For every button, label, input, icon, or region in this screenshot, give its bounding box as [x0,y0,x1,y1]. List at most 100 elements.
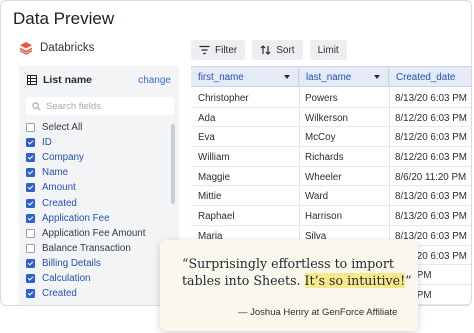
filter-label: Filter [215,44,238,56]
table-row[interactable]: William Richards 8/12/20 6:03 PM [191,147,471,167]
field-checkbox[interactable] [26,213,35,223]
table-cell: 8/6/20 11:20 PM [395,171,467,183]
chevron-down-icon[interactable] [284,75,290,79]
sort-label: Sort [276,44,295,56]
field-checkbox[interactable] [26,273,35,283]
table-cell: 8/12/20 6:03 PM [395,132,467,144]
field-item[interactable]: Name [26,165,166,180]
field-label: Application Fee [42,212,110,224]
search-icon [32,101,41,111]
chevron-down-icon[interactable] [374,75,380,79]
field-label: Billing Details [42,257,101,269]
field-item[interactable]: Calculation [26,271,166,286]
field-label: Application Fee Amount [42,227,146,239]
table-cell: Maggie [198,171,231,183]
field-label: Created [42,288,77,300]
field-label: ID [42,137,52,149]
testimonial-author: — Joshua Henry at GenForce Affiliate [238,307,398,318]
data-source-name: Databricks [40,42,95,54]
table-cell: Richards [305,152,344,164]
field-item[interactable]: Billing Details [26,256,166,271]
table-row[interactable]: Ada Wilkerson 8/12/20 6:03 PM [191,108,471,128]
field-checkbox[interactable] [26,289,35,299]
field-item[interactable]: Created [26,195,166,210]
limit-button[interactable]: Limit [309,40,347,60]
field-item[interactable]: ID [26,135,166,150]
search-placeholder: Search fields [46,100,101,112]
field-checkbox[interactable] [26,168,35,178]
field-checkbox[interactable] [26,228,35,238]
field-item[interactable]: Select All [26,120,166,135]
table-row[interactable]: Mittie Ward 8/13/20 6:03 PM [191,186,471,207]
field-checkbox[interactable] [26,243,35,253]
table-row[interactable]: Christopher Powers 8/13/20 6:03 PM [191,88,471,108]
field-checkbox[interactable] [26,198,35,208]
field-checkbox[interactable] [26,123,35,133]
field-checkbox[interactable] [26,183,35,193]
table-row[interactable]: Raphael Harrison 8/13/20 6:03 PM [191,206,471,226]
quote-text-part2: ” [405,273,412,288]
search-fields-input[interactable]: Search fields [26,97,174,115]
field-list-header: List name change [27,74,171,86]
table-cell: 8/13/20 6:03 PM [395,93,467,104]
table-cell: 8/12/20 6:03 PM [395,112,467,124]
column-header-label: Created_date [396,71,456,83]
field-list-panel: List name change Search fields Select Al… [19,66,179,305]
change-link[interactable]: change [138,75,171,86]
limit-label: Limit [317,44,339,56]
table-row[interactable]: Maggie Wheeler 8/6/20 11:20 PM [191,167,471,187]
column-header-created-date[interactable]: Created_date [389,67,471,87]
field-item[interactable]: Company [26,150,166,165]
field-list: Select All ID Company Name Amount Created Appl… [26,120,166,301]
field-label: Company [42,152,84,164]
table-cell: Ada [198,112,216,124]
field-label: Amount [42,182,76,194]
field-item[interactable]: Amount [26,180,166,195]
table-cell: 8/13/20 6:03 PM [395,211,467,223]
quote-highlight: It’s so intuitive! [304,273,406,288]
column-header-first-name[interactable]: first_name [191,67,299,87]
table-cell: Mittie [198,191,222,203]
table-cell: Ward [305,191,329,203]
table-row[interactable]: Eva McCoy 8/12/20 6:03 PM [191,127,471,148]
table-cell: Wheeler [305,171,342,183]
page-title: Data Preview [13,9,115,28]
filter-button[interactable]: Filter [191,40,246,60]
testimonial-quote: “Surprisingly effortless to import table… [182,255,412,289]
table-cell: McCoy [305,132,336,144]
column-header-last-name[interactable]: last_name [299,67,389,87]
table-cell: 8/12/20 6:03 PM [395,152,467,164]
field-label: Created [42,197,77,209]
field-item[interactable]: Application Fee [26,211,166,226]
data-source: Databricks [19,41,94,55]
field-label: Balance Transaction [42,242,131,254]
sort-button[interactable]: Sort [252,40,303,60]
field-list-scrollbar[interactable] [171,124,175,204]
table-cell: 8/13/20 6:03 PM [395,191,467,203]
field-item[interactable]: Application Fee Amount [26,226,166,241]
column-header-label: first_name [198,71,244,83]
list-name-label: List name [43,74,93,86]
field-label: Name [42,167,69,179]
field-label: Calculation [42,272,91,284]
toolbar: Filter Sort Limit [191,40,347,60]
table-cell: Wilkerson [305,112,349,124]
field-item[interactable]: Balance Transaction [26,241,166,256]
table-cell: Eva [198,132,215,144]
field-item[interactable]: Created [26,286,166,301]
table-cell: Harrison [305,211,343,223]
table-cell: William [198,152,230,164]
field-label: Select All [42,122,83,134]
databricks-icon [19,42,33,55]
table-cell: Christopher [198,93,249,104]
testimonial-card: “Surprisingly effortless to import table… [160,240,418,331]
table-grid-icon [27,75,37,85]
table-cell: Raphael [198,211,235,223]
filter-icon [199,45,210,55]
field-checkbox[interactable] [26,138,35,148]
field-checkbox[interactable] [26,153,35,163]
table-cell: Powers [305,93,338,104]
table-header: first_name last_name Created_date [191,66,471,87]
field-checkbox[interactable] [26,258,35,268]
sort-icon [260,45,271,55]
